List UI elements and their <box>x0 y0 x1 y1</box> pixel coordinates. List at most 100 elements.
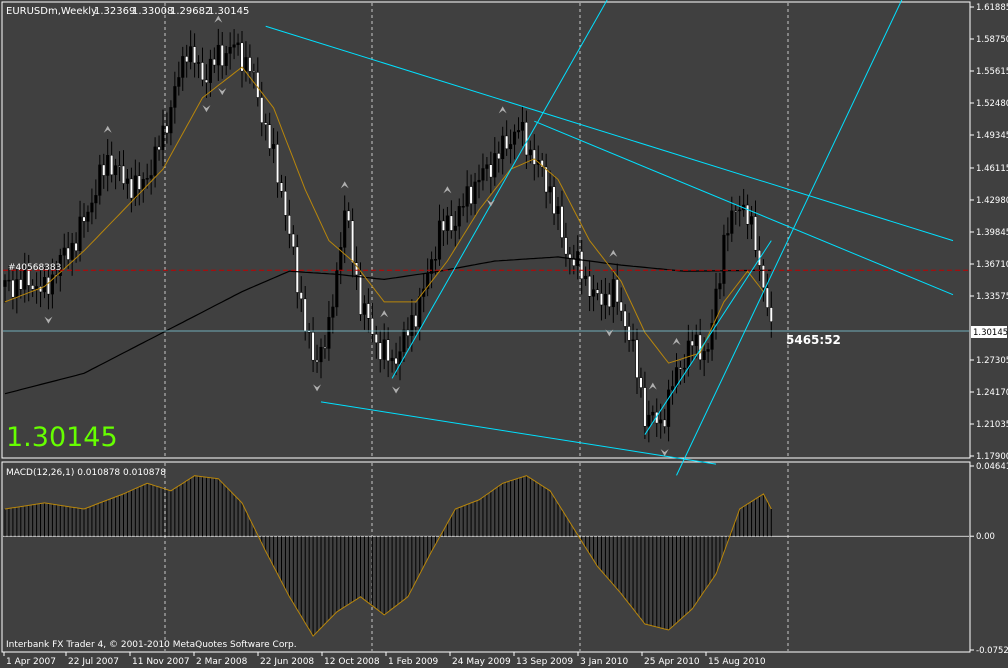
candle-body <box>351 220 355 263</box>
candle-body <box>118 165 122 167</box>
candle-body <box>200 62 205 81</box>
candle-body <box>252 71 256 73</box>
candle-body <box>244 57 248 72</box>
candle-body <box>125 178 130 184</box>
candle-body <box>635 339 639 378</box>
candle-body <box>264 122 268 125</box>
candle-body <box>473 181 477 204</box>
candle-body <box>287 215 291 235</box>
symbol-label: EURUSDm,Weekly <box>6 6 97 17</box>
candle-body <box>212 58 216 66</box>
candle-body <box>279 182 284 192</box>
candle-body <box>702 351 706 361</box>
price-tick-label: 1.52480 <box>976 99 1008 109</box>
candle-body <box>643 387 647 427</box>
current-price-tag-text: 1.30145 <box>973 328 1008 338</box>
candle-body <box>74 242 78 251</box>
candle-body <box>698 334 702 361</box>
price-tick-label: 1.55615 <box>976 67 1008 77</box>
candle-body <box>671 386 675 391</box>
candle-body <box>603 293 607 306</box>
candle-body <box>734 210 738 213</box>
candle-body <box>50 274 54 295</box>
candle-body <box>402 329 406 352</box>
candle-body <box>331 306 335 318</box>
candle-body <box>544 166 548 193</box>
bar-countdown: 5465:52 <box>786 333 841 347</box>
price-tick-label: 1.24170 <box>976 388 1008 398</box>
candle-body <box>595 289 600 294</box>
candle-body <box>568 253 572 259</box>
candle-body <box>260 97 264 123</box>
candle-body <box>437 220 442 260</box>
price-tick-label: 1.33575 <box>976 292 1008 302</box>
chart-canvas[interactable]: 1.61885 1.58750 1.55615 1.52480 1.49345 1.461… <box>0 0 1008 668</box>
candle-body <box>173 86 177 108</box>
candle-body <box>647 414 651 427</box>
candle-body <box>465 186 469 207</box>
ohlc-high: 1.33008 <box>132 6 173 17</box>
candle-body <box>430 259 434 274</box>
candle-body <box>761 265 765 289</box>
candle-body <box>611 279 615 308</box>
candle-body <box>311 332 315 361</box>
price-panel[interactable] <box>1 1 971 459</box>
macd-tick-label: 0.00 <box>976 532 995 542</box>
candle-body <box>453 225 457 231</box>
candle-body <box>682 367 686 370</box>
candle-body <box>560 206 564 238</box>
candle-body <box>378 342 382 360</box>
candle-body <box>185 56 189 63</box>
candle-body <box>726 233 730 236</box>
candle-body <box>765 287 769 308</box>
time-label: 24 May 2009 <box>452 657 511 667</box>
price-tick-label: 1.36710 <box>976 260 1008 270</box>
macd-label: MACD(12,26,1) 0.010878 0.010878 <box>6 468 166 478</box>
hline-label: #40568383 <box>8 263 61 273</box>
candle-body <box>62 247 66 256</box>
candle-body <box>189 46 193 63</box>
ohlc-open: 1.32369 <box>94 6 135 17</box>
candle-body <box>98 164 102 196</box>
candle-body <box>599 293 604 306</box>
candle-body <box>718 283 722 290</box>
candle-body <box>489 164 493 178</box>
candle-body <box>110 155 114 176</box>
candle-body <box>449 215 453 231</box>
candle-body <box>343 210 347 248</box>
candle-body <box>580 251 584 280</box>
price-tick-label: 1.21035 <box>976 420 1008 430</box>
price-tick-label: 1.46115 <box>976 164 1008 174</box>
candle-body <box>90 202 94 213</box>
candle-body <box>694 334 698 346</box>
candle-body <box>366 303 370 319</box>
candle-body <box>738 209 742 212</box>
candle-body <box>576 251 580 266</box>
candle-body <box>663 419 667 427</box>
time-label: 1 Feb 2009 <box>388 657 439 667</box>
candle-body <box>461 206 465 208</box>
candle-body <box>66 247 70 260</box>
candle-body <box>513 131 517 145</box>
candle-body <box>769 307 773 322</box>
candle-body <box>623 310 627 327</box>
candle-body <box>674 367 679 387</box>
candle-body <box>268 124 272 149</box>
candle-body <box>532 149 536 165</box>
candle-body <box>121 165 126 184</box>
candle-body <box>133 175 137 199</box>
candle-body <box>256 72 260 98</box>
candle-body <box>224 53 228 66</box>
candle-body <box>497 153 501 160</box>
candle-body <box>161 125 165 151</box>
candle-body <box>370 317 374 335</box>
candle-body <box>114 165 118 176</box>
candle-body <box>291 233 295 248</box>
candle-body <box>382 339 386 360</box>
candle-body <box>248 57 252 72</box>
candle-body <box>327 317 331 349</box>
candle-body <box>141 179 145 190</box>
candle-body <box>509 144 513 150</box>
candle-body <box>746 204 750 225</box>
candle-body <box>70 242 74 260</box>
